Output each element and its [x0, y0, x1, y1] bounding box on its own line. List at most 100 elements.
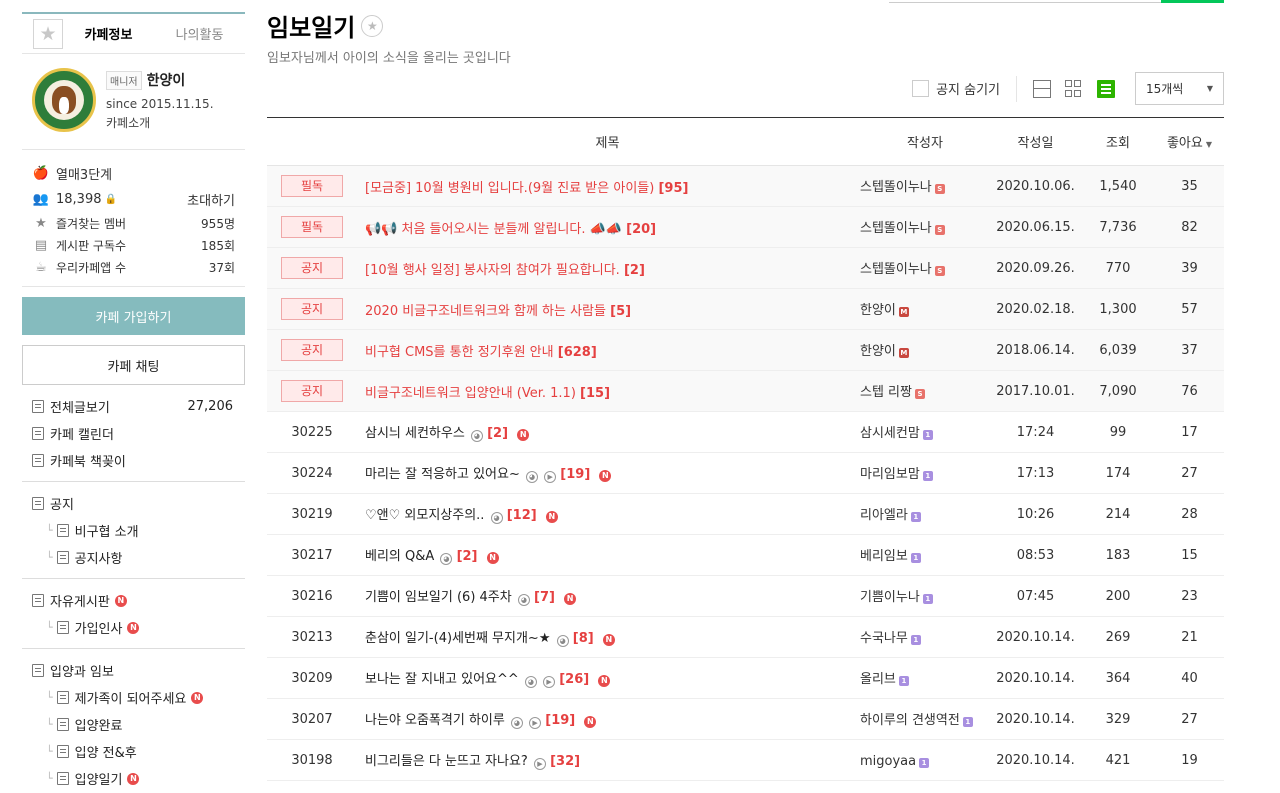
menu-bookshelf[interactable]: 카페북 책꽂이	[22, 447, 245, 474]
list-view-icon[interactable]	[1097, 79, 1115, 98]
menu-all-posts[interactable]: 전체글보기 27,206	[22, 393, 245, 420]
author-cell: 기쁨이누나 1	[858, 575, 990, 617]
tab-cafe-info[interactable]: 카페정보	[63, 24, 154, 43]
menu-be-my-family[interactable]: └ 제가족이 되어주세요 N	[22, 684, 245, 711]
comment-count[interactable]: [628]	[558, 345, 597, 360]
cafe-logo[interactable]	[32, 68, 96, 132]
comment-count[interactable]: [26]	[559, 672, 589, 687]
author-name[interactable]: 삼시세컨맘	[860, 426, 920, 441]
post-date: 17:24	[990, 411, 1081, 453]
author-name[interactable]: 수국나무	[860, 631, 908, 646]
row-number: 30198	[267, 739, 357, 781]
article-title-link[interactable]: 춘삼이 일기-(4)세번째 무지개~★	[365, 631, 550, 646]
table-row: 30216 기쁨이 임보일기 (6) 4주차 ◕ [7] N 기쁨이누나 1 07:45…	[267, 575, 1224, 617]
join-cafe-button[interactable]: 카페 가입하기	[22, 297, 245, 335]
likes-label: 좋아요	[1166, 136, 1203, 151]
card-view-icon[interactable]	[1033, 79, 1051, 98]
cafe-intro-link[interactable]: 카페소개	[106, 114, 214, 131]
author-name[interactable]: 올리브	[860, 672, 896, 687]
header-likes-sort[interactable]: 좋아요 ▼	[1155, 117, 1224, 166]
author-name[interactable]: 한양이	[860, 303, 896, 318]
author-name[interactable]: 기쁨이누나	[860, 590, 920, 605]
new-badge-icon: N	[486, 551, 499, 564]
menu-adopted[interactable]: └ 입양완료	[22, 711, 245, 738]
tab-my-activity[interactable]: 나의활동	[154, 24, 245, 43]
author-name[interactable]: 한양이	[860, 344, 896, 359]
author-name[interactable]: 스텝똘이누나	[860, 180, 932, 195]
article-title-link[interactable]: [10월 행사 일정] 봉사자의 참여가 필요합니다.	[365, 263, 620, 278]
row-number-cell: 공지	[267, 329, 357, 371]
author-name[interactable]: 하이루의 견생역전	[860, 713, 960, 728]
manager-name[interactable]: 한양이	[147, 70, 186, 90]
menu-about[interactable]: └ 비구협 소개	[22, 517, 245, 544]
favorite-star-icon[interactable]: ★	[33, 18, 63, 49]
like-count: 21	[1155, 616, 1224, 658]
article-title-link[interactable]: ♡앤♡ 외모지상주의..	[365, 508, 484, 523]
hide-notice-checkbox[interactable]	[912, 80, 930, 97]
comment-count[interactable]: [12]	[507, 508, 537, 523]
author-name[interactable]: 스텝똘이누나	[860, 221, 932, 236]
article-title-link[interactable]: 비글구조네트워크 입양안내 (Ver. 1.1)	[365, 386, 576, 401]
top-search-input[interactable]	[889, 0, 1161, 3]
top-search-button[interactable]	[1161, 0, 1224, 3]
author-name[interactable]: 리아엘라	[860, 508, 908, 523]
favorite-board-star-icon[interactable]: ★	[361, 14, 384, 37]
comment-count[interactable]: [19]	[560, 467, 590, 482]
header-date: 작성일	[990, 117, 1081, 166]
article-title-link[interactable]: 비그리들은 다 눈뜨고 자나요?	[365, 754, 528, 769]
comment-count[interactable]: [19]	[545, 713, 575, 728]
author-name[interactable]: 스텝똘이누나	[860, 262, 932, 277]
hide-notice-toggle[interactable]: 공지 숨기기	[912, 79, 1000, 98]
logo-beagle-icon	[44, 80, 84, 120]
comment-count[interactable]: [20]	[626, 222, 656, 237]
menu-adopt[interactable]: 입양과 임보	[22, 657, 245, 684]
comment-count[interactable]: [5]	[610, 304, 631, 319]
article-title-link[interactable]: 비구협 CMS를 통한 정기후원 안내	[365, 345, 554, 360]
menu-free-board[interactable]: 자유게시판 N	[22, 587, 245, 614]
article-title-link[interactable]: 📢📢 처음 들어오시는 분들께 알립니다. 📣📣	[365, 222, 622, 237]
article-title-link[interactable]: 마리는 잘 적응하고 있어요~	[365, 467, 520, 482]
row-number-cell: 공지	[267, 288, 357, 330]
article-title-link[interactable]: 보나는 잘 지내고 있어요^^	[365, 672, 519, 687]
menu-notice[interactable]: 공지	[22, 490, 245, 517]
menu-label: 자유게시판	[50, 595, 110, 610]
author-name[interactable]: migoyaa	[860, 754, 916, 769]
per-page-select[interactable]: 15개씩 ▼	[1135, 72, 1224, 105]
new-badge-icon: N	[191, 691, 204, 704]
member-level-icon: 1	[962, 717, 973, 727]
menu-before-after[interactable]: └ 입양 전&후	[22, 738, 245, 765]
cafe-level[interactable]: 열매3단계	[56, 164, 112, 183]
board-icon	[32, 664, 44, 677]
view-count: 1,300	[1081, 288, 1155, 330]
menu-group-free: 자유게시판 N └ 가입인사 N	[22, 579, 245, 649]
comment-count[interactable]: [32]	[550, 754, 580, 769]
menu-announcements[interactable]: └ 공지사항	[22, 544, 245, 571]
article-title-link[interactable]: 삼시늬 세컨하우스	[365, 426, 465, 441]
menu-adopt-diary[interactable]: └ 입양일기 N	[22, 765, 245, 792]
comment-count[interactable]: [2]	[624, 263, 645, 278]
article-title-link[interactable]: [모금중] 10월 병원비 입니다.(9월 진료 받은 아이들)	[365, 181, 654, 196]
member-count[interactable]: 18,398	[56, 192, 102, 207]
comment-count[interactable]: [7]	[534, 590, 555, 605]
like-count: 82	[1155, 206, 1224, 248]
article-title-link[interactable]: 베리의 Q&A	[365, 549, 434, 564]
menu-greetings[interactable]: └ 가입인사 N	[22, 614, 245, 641]
title-cell: ♡앤♡ 외모지상주의.. ◕ [12] N	[357, 493, 858, 535]
comment-count[interactable]: [2]	[487, 426, 508, 441]
author-name[interactable]: 마리임보맘	[860, 467, 920, 482]
article-title-link[interactable]: 2020 비글구조네트워크와 함께 하는 사람들	[365, 304, 606, 319]
article-title-link[interactable]: 기쁨이 임보일기 (6) 4주차	[365, 590, 512, 605]
comment-count[interactable]: [15]	[580, 386, 610, 401]
invite-link[interactable]: 초대하기	[187, 190, 235, 209]
menu-calendar[interactable]: 카페 캘린더	[22, 420, 245, 447]
comment-count[interactable]: [2]	[457, 549, 478, 564]
author-name[interactable]: 스텝 리짱	[860, 385, 912, 400]
album-view-icon[interactable]	[1065, 79, 1083, 98]
menu-label: 입양일기	[74, 773, 123, 788]
notice-tag: 필독	[281, 175, 343, 197]
cafe-chat-button[interactable]: 카페 채팅	[22, 345, 245, 385]
article-title-link[interactable]: 나는야 오줌폭격기 하이루	[365, 713, 505, 728]
comment-count[interactable]: [8]	[573, 631, 594, 646]
comment-count[interactable]: [95]	[658, 181, 688, 196]
author-name[interactable]: 베리임보	[860, 549, 908, 564]
